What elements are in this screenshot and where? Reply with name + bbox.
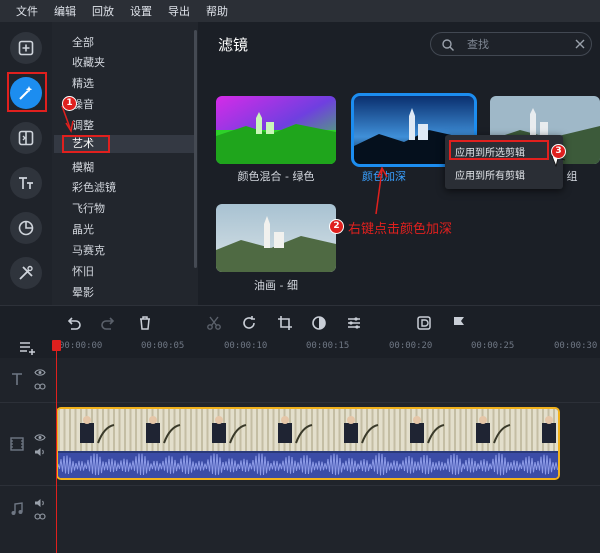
playhead-line [56, 348, 57, 553]
category-vignette[interactable]: 晕影 [72, 284, 94, 300]
category-scrollbar[interactable] [194, 30, 197, 268]
stickers-icon [18, 220, 34, 236]
redo-icon[interactable] [100, 314, 118, 332]
menu-item-apply-to-selected-clips[interactable]: 应用到所选剪辑 [455, 144, 525, 159]
category-adjust[interactable]: 调整 [72, 117, 94, 133]
timeline-toolbar [0, 305, 600, 338]
search-box[interactable] [430, 32, 592, 56]
clip-properties-icon[interactable] [345, 314, 363, 332]
import-icon [18, 40, 34, 56]
video-track-icon [10, 437, 24, 451]
category-featured[interactable]: 精选 [72, 75, 94, 91]
highlight-box-art-category [62, 135, 110, 153]
clear-icon[interactable] [574, 38, 586, 50]
category-favorites[interactable]: 收藏夹 [72, 54, 105, 70]
clip-audio-waveform[interactable] [58, 453, 558, 478]
tick-label: 00:00:25 [471, 341, 515, 351]
step-badge-1: 1 [62, 96, 77, 111]
music-note-icon [11, 502, 23, 515]
video-clip-thumbnails [58, 409, 558, 451]
filter-label-oil-paint-fine: 油画 - 细 [254, 279, 298, 292]
marker-flag-icon[interactable] [450, 314, 468, 332]
tick-label: 00:00:10 [224, 341, 268, 351]
titles-button[interactable] [10, 167, 42, 199]
menu-help[interactable]: 帮助 [198, 3, 236, 19]
menu-file[interactable]: 文件 [8, 3, 46, 19]
tools-icon [19, 265, 33, 280]
tick-label: 00:00:05 [141, 341, 185, 351]
filter-category-panel: 全部 收藏夹 精选 噪音 调整 艺术 模糊 彩色滤镜 飞行物 晶光 马赛克 怀旧… [52, 22, 198, 305]
volume-icon[interactable] [34, 447, 46, 457]
visibility-eye-icon[interactable] [34, 368, 46, 377]
step-badge-3: 3 [551, 144, 566, 159]
transitions-icon [18, 130, 34, 146]
category-mosaic[interactable]: 马赛克 [72, 242, 105, 258]
transitions-button[interactable] [10, 122, 42, 154]
tick-label: 00:00:20 [389, 341, 433, 351]
split-scissors-icon[interactable] [205, 314, 223, 332]
menu-bar: 文件 编辑 回放 设置 导出 帮助 [0, 0, 600, 22]
menu-playback[interactable]: 回放 [84, 3, 122, 19]
rotate-icon[interactable] [240, 314, 258, 332]
video-track-header [0, 403, 52, 485]
crop-icon[interactable] [276, 314, 294, 332]
category-all[interactable]: 全部 [72, 34, 94, 50]
tick-label: 00:00:15 [306, 341, 350, 351]
context-menu: 应用到所选剪辑 应用到所有剪辑 [445, 135, 563, 189]
link-icon[interactable] [34, 382, 46, 391]
video-clip[interactable] [56, 407, 560, 480]
add-track-icon[interactable] [18, 340, 38, 356]
music-track-lane[interactable] [52, 486, 600, 553]
titles-icon [19, 177, 33, 189]
menu-settings[interactable]: 设置 [122, 3, 160, 19]
category-color-filters[interactable]: 彩色滤镜 [72, 179, 116, 195]
search-icon [442, 39, 454, 51]
pane-title: 滤镜 [218, 36, 249, 54]
step-badge-2: 2 [329, 219, 344, 234]
audio-waveform-graphic [58, 453, 558, 476]
timeline-ruler[interactable]: 00:00:00 00:00:05 00:00:10 00:00:15 00:0… [0, 338, 600, 358]
color-adjust-icon[interactable] [310, 314, 328, 332]
category-blur[interactable]: 模糊 [72, 159, 94, 175]
filter-label-color-mix-green: 颜色混合 - 绿色 [237, 170, 315, 183]
menu-edit[interactable]: 编辑 [46, 3, 84, 19]
annotation-text: 右键点击颜色加深 [348, 222, 453, 237]
text-track-icon [12, 373, 22, 385]
category-glow[interactable]: 晶光 [72, 221, 94, 237]
delete-icon[interactable] [136, 314, 154, 332]
category-flying-objects[interactable]: 飞行物 [72, 200, 105, 216]
filter-thumb-color-mix-green[interactable] [216, 96, 336, 164]
volume-icon[interactable] [34, 498, 46, 508]
import-button[interactable] [10, 32, 42, 64]
menu-item-apply-to-all-clips[interactable]: 应用到所有剪辑 [455, 167, 525, 182]
undo-icon[interactable] [64, 314, 82, 332]
tick-label: 00:00:30 [554, 341, 598, 351]
filter-label-color-burn: 颜色加深 [362, 170, 406, 183]
tool-strip [0, 22, 52, 305]
text-track-header [0, 358, 52, 402]
record-screen-icon[interactable] [415, 314, 433, 332]
more-tools-button[interactable] [10, 257, 42, 289]
tick-label: 00:00:00 [59, 341, 103, 351]
visibility-eye-icon[interactable] [34, 433, 46, 442]
highlight-box-filters [7, 72, 47, 112]
filter-label-partial: 组 [566, 170, 578, 183]
music-track-header [0, 486, 52, 553]
category-retro[interactable]: 怀旧 [72, 263, 94, 279]
playhead-handle[interactable] [52, 340, 61, 351]
search-input[interactable] [467, 36, 567, 52]
link-icon[interactable] [34, 512, 46, 521]
menu-export[interactable]: 导出 [160, 3, 198, 19]
filter-thumb-oil-paint-fine[interactable] [216, 204, 336, 272]
stickers-button[interactable] [10, 212, 42, 244]
text-track-lane[interactable] [52, 358, 600, 402]
